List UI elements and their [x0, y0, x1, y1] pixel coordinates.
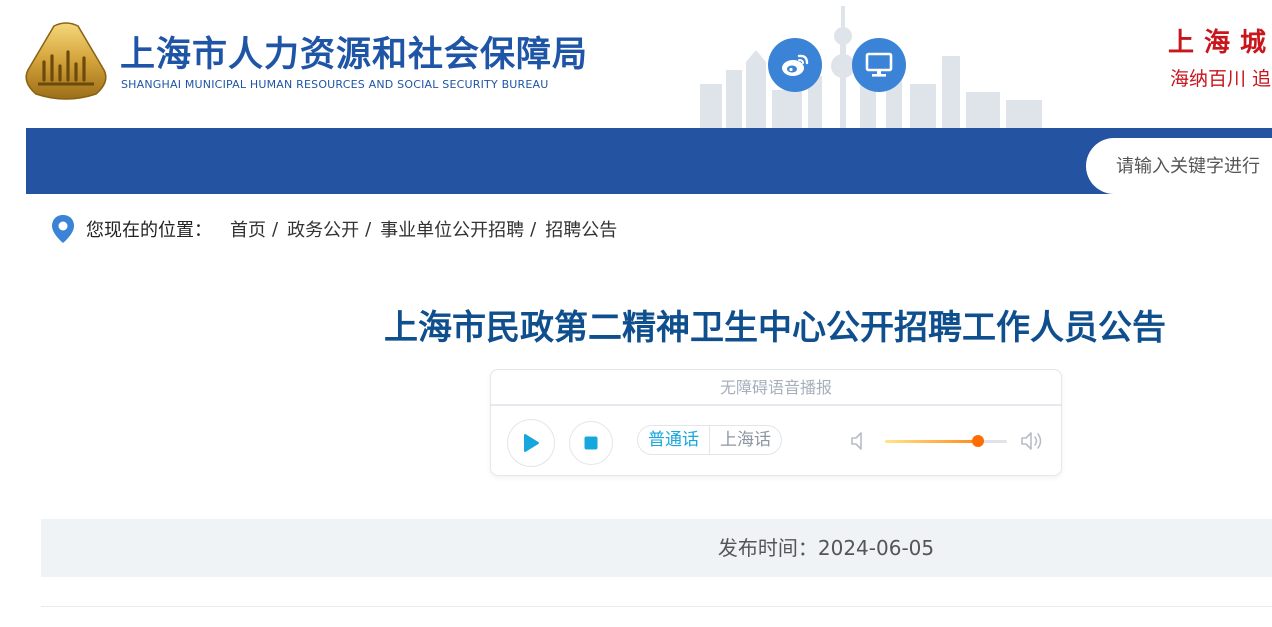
site-header: 上海市人力资源和社会保障局 SHANGHAI MUNICIPAL HUMAN R… [0, 0, 1272, 128]
breadcrumb-separator: / [530, 218, 537, 240]
desktop-monitor-icon [865, 52, 893, 77]
bureau-emblem-icon[interactable] [24, 22, 108, 100]
volume-low-icon[interactable] [849, 430, 869, 452]
publish-info-bar: 发布时间：2024-06-05 [41, 519, 1272, 577]
volume-slider-fill [885, 440, 978, 443]
volume-high-icon[interactable] [1019, 429, 1047, 453]
weibo-button[interactable] [768, 38, 822, 92]
language-option-shanghainese[interactable]: 上海话 [710, 426, 781, 454]
article-title: 上海市民政第二精神卫生中心公开招聘工作人员公告 [384, 308, 1166, 348]
desktop-version-button[interactable] [852, 38, 906, 92]
brand-name-en: SHANGHAI MUNICIPAL HUMAN RESOURCES AND S… [121, 78, 549, 91]
breadcrumb-separator: / [272, 218, 279, 240]
breadcrumb-home[interactable]: 首页 [230, 216, 266, 242]
stop-icon [584, 436, 598, 450]
brand-name-cn: 上海市人力资源和社会保障局 [120, 35, 589, 75]
accessibility-audio-player: 无障碍语音播报 普通话 上海话 [490, 369, 1062, 476]
breadcrumb-gov-affairs[interactable]: 政务公开 [287, 216, 359, 242]
search-box [1086, 138, 1272, 194]
language-selector: 普通话 上海话 [637, 425, 782, 455]
play-button[interactable] [507, 419, 555, 467]
main-nav-bar [26, 128, 1272, 194]
slogan-subtitle: 海纳百川 追 [1170, 68, 1272, 90]
content-divider [41, 606, 1272, 607]
stop-button[interactable] [569, 421, 613, 465]
location-pin-icon [52, 215, 74, 243]
breadcrumb-recruitment-notice[interactable]: 招聘公告 [545, 216, 617, 242]
language-option-mandarin[interactable]: 普通话 [638, 426, 710, 454]
publish-time: 发布时间：2024-06-05 [717, 536, 935, 560]
breadcrumb: 您现在的位置： 首页 / 政务公开 / 事业单位公开招聘 / 招聘公告 [50, 214, 617, 244]
volume-slider-handle[interactable] [971, 435, 984, 447]
player-title: 无障碍语音播报 [491, 370, 1061, 406]
search-input[interactable] [1116, 138, 1272, 194]
volume-slider[interactable] [885, 435, 1007, 447]
breadcrumb-separator: / [365, 218, 372, 240]
slogan-title: 上海城市 [1168, 28, 1272, 58]
play-icon [524, 434, 539, 452]
breadcrumb-public-recruitment[interactable]: 事业单位公开招聘 [380, 216, 524, 242]
breadcrumb-label: 您现在的位置： [86, 220, 212, 241]
weibo-icon [782, 54, 809, 76]
